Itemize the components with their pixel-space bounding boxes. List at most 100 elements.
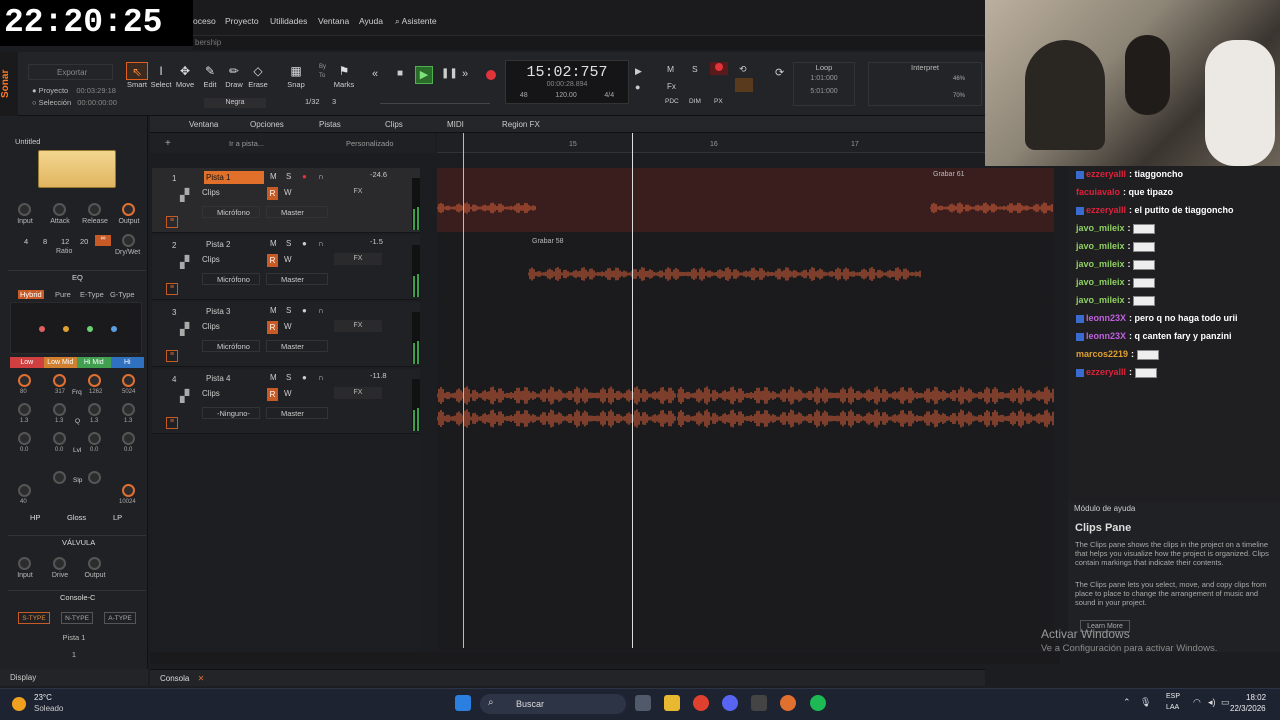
- play-small-icon[interactable]: ▶: [635, 66, 642, 77]
- sonar-app-icon[interactable]: [780, 695, 796, 711]
- track-volume[interactable]: -24.6: [370, 170, 387, 179]
- chevron-up-icon[interactable]: ⌃: [1123, 697, 1131, 708]
- valv-drive-knob[interactable]: [53, 557, 66, 570]
- track-monitor-icon[interactable]: ∩: [318, 172, 324, 181]
- pause-icon[interactable]: ❚❚: [441, 68, 458, 79]
- speaker-icon[interactable]: ◂): [1208, 697, 1216, 708]
- snap-value[interactable]: 1/32: [305, 97, 320, 106]
- eq-node-hi[interactable]: [111, 326, 117, 332]
- track-options-icon[interactable]: ≡: [166, 216, 178, 228]
- chat-username[interactable]: ezzeryalll: [1086, 367, 1126, 377]
- menu-ventana[interactable]: Ventana: [318, 16, 349, 26]
- track-monitor-icon[interactable]: ∩: [318, 306, 324, 315]
- track-solo-button[interactable]: S: [286, 306, 291, 315]
- drywet-knob[interactable]: [122, 234, 135, 247]
- track-output-select[interactable]: Master: [266, 206, 328, 218]
- chat-username[interactable]: marcos2219: [1076, 349, 1128, 359]
- pdc-button[interactable]: PDC: [665, 98, 679, 105]
- track-type[interactable]: Clips: [202, 188, 220, 197]
- eq-mode-etype[interactable]: E-Type: [80, 290, 104, 299]
- valv-output-knob[interactable]: [88, 557, 101, 570]
- track-input-select[interactable]: Micrófono: [202, 273, 260, 285]
- track-fx-bin[interactable]: FX: [334, 253, 382, 265]
- hp-label[interactable]: HP: [30, 513, 40, 522]
- forward-icon[interactable]: »: [462, 68, 468, 80]
- tv-menu-ventana[interactable]: Ventana: [189, 120, 218, 129]
- tv-menu-regionfx[interactable]: Region FX: [502, 120, 540, 129]
- q-lowmid-knob[interactable]: [53, 403, 66, 416]
- eq-node-himid[interactable]: [87, 326, 93, 332]
- track-input-select[interactable]: Micrófono: [202, 206, 260, 218]
- console-stype[interactable]: S-TYPE: [18, 612, 50, 624]
- hp-knob[interactable]: [18, 484, 31, 497]
- comp-attack-knob[interactable]: [53, 203, 66, 216]
- play-button[interactable]: ▶: [415, 66, 433, 84]
- comp-output-knob[interactable]: [122, 203, 135, 216]
- chrome-icon[interactable]: [693, 695, 709, 711]
- dot-icon[interactable]: ●: [635, 82, 640, 92]
- read-automation-button[interactable]: R: [267, 187, 278, 200]
- clock-time[interactable]: 18:02: [1246, 693, 1266, 702]
- ratio-8[interactable]: 8: [43, 237, 47, 246]
- comp-input-knob[interactable]: [18, 203, 31, 216]
- track-lane[interactable]: [437, 302, 1054, 367]
- q-low-knob[interactable]: [18, 403, 31, 416]
- write-automation-button[interactable]: W: [284, 188, 292, 197]
- track-fx-bin[interactable]: FX: [334, 186, 382, 198]
- band-lowmid[interactable]: Low Mid: [43, 357, 77, 368]
- track-type[interactable]: Clips: [202, 322, 220, 331]
- tool-select[interactable]: I Select: [150, 62, 172, 89]
- freq-hi-knob[interactable]: [122, 374, 135, 387]
- solo-master[interactable]: S: [692, 64, 698, 74]
- q-hi-knob[interactable]: [122, 403, 135, 416]
- track-name[interactable]: Pista 3: [204, 305, 264, 318]
- tempo-sig-a[interactable]: 48: [520, 92, 528, 99]
- timeline-ruler[interactable]: 15 16 17: [437, 133, 1057, 153]
- chat-username[interactable]: javo_mileix: [1076, 241, 1125, 251]
- clip-waveform[interactable]: [437, 384, 677, 430]
- track-name[interactable]: Pista 2: [204, 238, 264, 251]
- lvl-lowmid-knob[interactable]: [53, 432, 66, 445]
- eq-mode-hybrid[interactable]: Hybrid: [18, 290, 44, 299]
- track-output-select[interactable]: Master: [266, 407, 328, 419]
- lp-knob[interactable]: [122, 484, 135, 497]
- time-display[interactable]: 15:02:757 00:00:28.894 48 120.00 4/4: [505, 60, 629, 104]
- comp-release-knob[interactable]: [88, 203, 101, 216]
- wifi-icon[interactable]: ◠: [1193, 697, 1201, 708]
- track-type[interactable]: Clips: [202, 255, 220, 264]
- track-mute-button[interactable]: M: [270, 306, 277, 315]
- tool-draw[interactable]: ✏ Draw: [222, 62, 246, 89]
- chat-username[interactable]: leonn23X: [1086, 313, 1126, 323]
- playhead-line[interactable]: [632, 133, 633, 648]
- loop-start[interactable]: 1:01:000: [794, 75, 854, 82]
- scrub-slider[interactable]: [380, 94, 490, 104]
- track-output-select[interactable]: Master: [266, 340, 328, 352]
- loop-toggle-icon[interactable]: ⟳: [775, 66, 784, 79]
- menu-proyecto[interactable]: Proyecto: [225, 16, 259, 26]
- track-input-select[interactable]: Micrófono: [202, 340, 260, 352]
- track-header[interactable]: 1 Pista 1 M S ● ∩ -24.6 ▞ Clips R W FX Micrófono Mast…: [152, 168, 420, 233]
- record-button[interactable]: [486, 70, 496, 82]
- tv-menu-clips[interactable]: Clips: [385, 120, 403, 129]
- valv-input-knob[interactable]: [18, 557, 31, 570]
- read-automation-button[interactable]: R: [267, 321, 278, 334]
- band-hi[interactable]: Hi: [110, 357, 144, 368]
- track-output-select[interactable]: Master: [266, 273, 328, 285]
- clip-waveform[interactable]: [677, 384, 1054, 430]
- eq-node-low[interactable]: [39, 326, 45, 332]
- fx-master[interactable]: Fx: [667, 82, 676, 91]
- ratio-inf[interactable]: ∞: [95, 235, 111, 246]
- tv-menu-opciones[interactable]: Opciones: [250, 120, 284, 129]
- tool-edit[interactable]: ✎ Edit: [199, 62, 221, 89]
- track-volume[interactable]: -11.8: [370, 371, 387, 380]
- track-solo-button[interactable]: S: [286, 373, 291, 382]
- q-himid-knob[interactable]: [88, 403, 101, 416]
- menu-asistente[interactable]: ⌕ Asistente: [395, 16, 437, 27]
- battery-icon[interactable]: ▭: [1221, 697, 1230, 708]
- eq-graph[interactable]: [10, 302, 142, 354]
- read-automation-button[interactable]: R: [267, 254, 278, 267]
- track-options-icon[interactable]: ≡: [166, 350, 178, 362]
- track-monitor-icon[interactable]: ∩: [318, 239, 324, 248]
- track-mute-button[interactable]: M: [270, 172, 277, 181]
- weather-icon[interactable]: [12, 697, 26, 711]
